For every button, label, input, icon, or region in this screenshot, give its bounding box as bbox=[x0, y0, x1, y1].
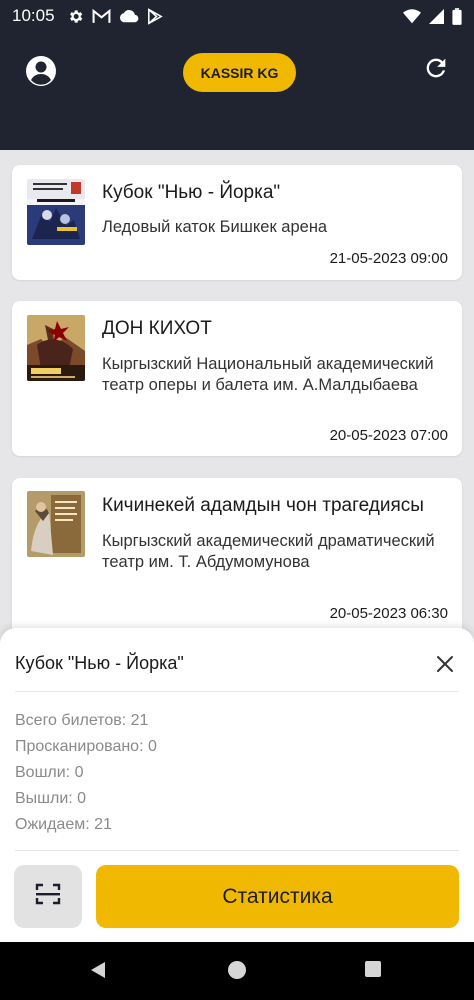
divider bbox=[15, 691, 459, 692]
stat-total-tickets: Всего билетов: 21 bbox=[15, 712, 149, 729]
divider bbox=[15, 850, 459, 851]
event-card[interactable]: ДОН КИХОТ Кыргызский Национальный академ… bbox=[12, 301, 462, 456]
recents-icon[interactable] bbox=[364, 960, 382, 983]
stat-entered: Вошли: 0 bbox=[15, 764, 84, 781]
status-time: 10:05 bbox=[12, 6, 55, 25]
sheet-title: Кубок "Нью - Йорка" bbox=[15, 653, 184, 673]
brand-button[interactable]: KASSIR KG bbox=[183, 53, 296, 92]
gear-icon bbox=[67, 8, 84, 25]
event-card[interactable]: Кичинекей адамдын чон трагедиясы Кыргызс… bbox=[12, 478, 462, 638]
event-title: Кичинекей адамдын чон трагедиясы bbox=[102, 495, 424, 516]
stat-exited: Вышли: 0 bbox=[15, 790, 87, 807]
account-circle-icon[interactable] bbox=[24, 54, 58, 88]
signal-icon bbox=[429, 8, 444, 24]
stat-scanned: Просканировано: 0 bbox=[15, 738, 157, 755]
event-details-sheet: Кубок "Нью - Йорка" Всего билетов: 21 Пр… bbox=[0, 628, 474, 942]
wifi-icon bbox=[403, 8, 421, 24]
back-icon[interactable] bbox=[88, 960, 108, 985]
navigation-bar bbox=[0, 942, 474, 1000]
event-venue: Кыргызский академический драматический т… bbox=[102, 532, 435, 571]
event-card[interactable]: Кубок "Нью - Йорка" Ледовый каток Бишкек… bbox=[12, 165, 462, 280]
event-date: 20-05-2023 07:00 bbox=[329, 427, 448, 444]
event-date: 20-05-2023 06:30 bbox=[329, 605, 448, 622]
event-poster bbox=[27, 315, 85, 381]
scan-button[interactable] bbox=[14, 865, 82, 928]
event-poster bbox=[27, 179, 85, 245]
event-date: 21-05-2023 09:00 bbox=[329, 250, 448, 267]
qr-scan-icon bbox=[35, 882, 61, 911]
home-icon[interactable] bbox=[227, 960, 247, 985]
gmail-icon bbox=[92, 8, 111, 24]
cloud-icon bbox=[119, 9, 139, 23]
status-bar: 10:05 bbox=[0, 0, 474, 32]
event-venue: Ледовый каток Бишкек арена bbox=[102, 218, 328, 236]
close-icon[interactable] bbox=[434, 653, 456, 675]
app-header: KASSIR KG bbox=[0, 32, 474, 150]
refresh-icon[interactable] bbox=[422, 54, 450, 82]
play-store-icon bbox=[147, 7, 163, 25]
event-poster bbox=[27, 491, 85, 557]
event-venue: Кыргызский Национальный академический те… bbox=[102, 355, 434, 394]
event-title: ДОН КИХОТ bbox=[102, 318, 212, 339]
statistics-button[interactable]: Статистика bbox=[96, 865, 459, 928]
stat-waiting: Ожидаем: 21 bbox=[15, 816, 112, 833]
battery-icon bbox=[452, 7, 462, 25]
event-title: Кубок "Нью - Йорка" bbox=[102, 182, 281, 203]
